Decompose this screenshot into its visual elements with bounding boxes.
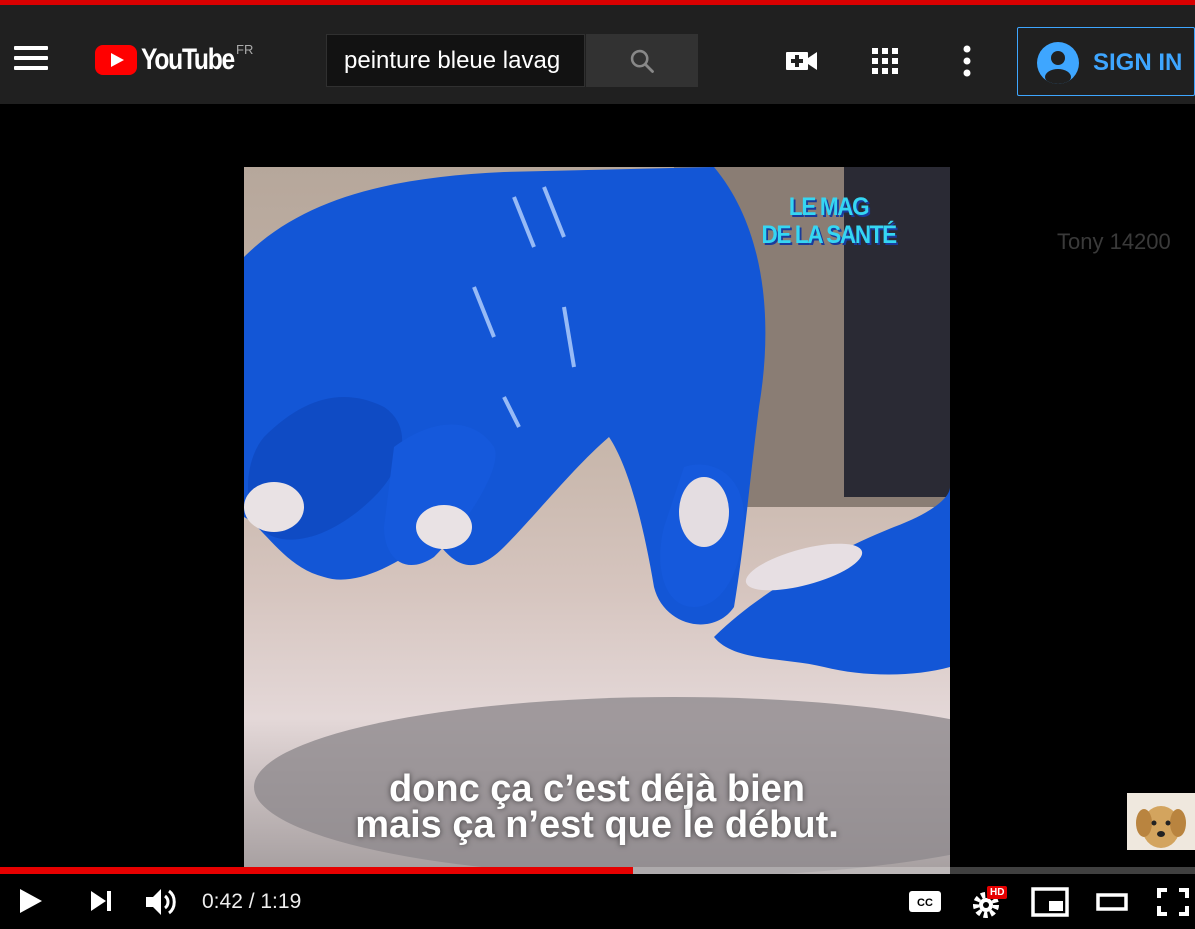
time-display: 0:42 / 1:19 <box>202 890 302 913</box>
channel-branding-thumbnail[interactable] <box>1127 793 1195 850</box>
more-vertical-icon <box>963 45 971 77</box>
fullscreen-icon[interactable] <box>1155 886 1191 918</box>
video-camera-plus-icon <box>786 52 817 70</box>
search-icon <box>630 49 654 73</box>
volume-icon[interactable] <box>144 886 180 918</box>
channel-name-overlay: Tony 14200 <box>1057 229 1171 254</box>
youtube-play-logo-icon <box>95 45 137 75</box>
sign-in-button[interactable]: SIGN IN <box>1017 27 1195 96</box>
hd-badge: HD <box>987 886 1008 899</box>
watermark-line-2: DE LA SANTÉ <box>761 221 897 249</box>
video-subtitles: donc ça c’est déjà bien mais ça n’est qu… <box>244 768 950 846</box>
video-frame[interactable]: LE MAG DE LA SANTÉ donc ça c’est déjà bi… <box>244 167 950 874</box>
apps-grid-icon <box>872 48 898 74</box>
sign-in-label: SIGN IN <box>1093 49 1183 76</box>
puppy-avatar-image <box>1127 793 1195 850</box>
svg-text:CC: CC <box>917 897 933 909</box>
progress-played <box>0 867 634 874</box>
region-code: FR <box>236 42 254 57</box>
subtitle-line-1: donc ça c’est déjà bien <box>388 768 806 810</box>
closed-captions-icon[interactable]: CC <box>907 886 943 916</box>
account-circle-icon <box>1037 42 1079 84</box>
progress-bar[interactable] <box>0 867 1195 874</box>
video-player[interactable]: LE MAG DE LA SANTÉ donc ça c’est déjà bi… <box>0 104 1195 929</box>
search-input[interactable] <box>327 35 584 86</box>
youtube-logo[interactable]: YouTube <box>95 40 254 80</box>
logo-text: YouTube <box>141 43 235 76</box>
search-box[interactable] <box>326 34 585 87</box>
hamburger-menu-icon[interactable] <box>14 46 48 72</box>
player-controls: 0:42 / 1:19 CC HD <box>0 874 1195 929</box>
play-icon[interactable] <box>15 886 45 916</box>
masthead: YouTube FR peinture bleue lavag SIGN IN <box>0 5 1195 104</box>
watermark-line-1: LE MAG <box>788 193 870 221</box>
miniplayer-icon[interactable] <box>1031 886 1069 918</box>
apps-button[interactable] <box>865 41 905 81</box>
settings-button[interactable]: HD <box>970 886 1010 920</box>
search-button[interactable] <box>586 34 698 87</box>
subtitle-line-2: mais ça n’est que le début. <box>355 804 839 846</box>
more-options-button[interactable] <box>947 41 987 81</box>
theater-mode-icon[interactable] <box>1094 886 1130 918</box>
channel-watermark: LE MAG DE LA SANTÉ <box>761 193 897 249</box>
skip-next-icon[interactable] <box>86 886 116 916</box>
create-video-button[interactable] <box>782 41 822 81</box>
